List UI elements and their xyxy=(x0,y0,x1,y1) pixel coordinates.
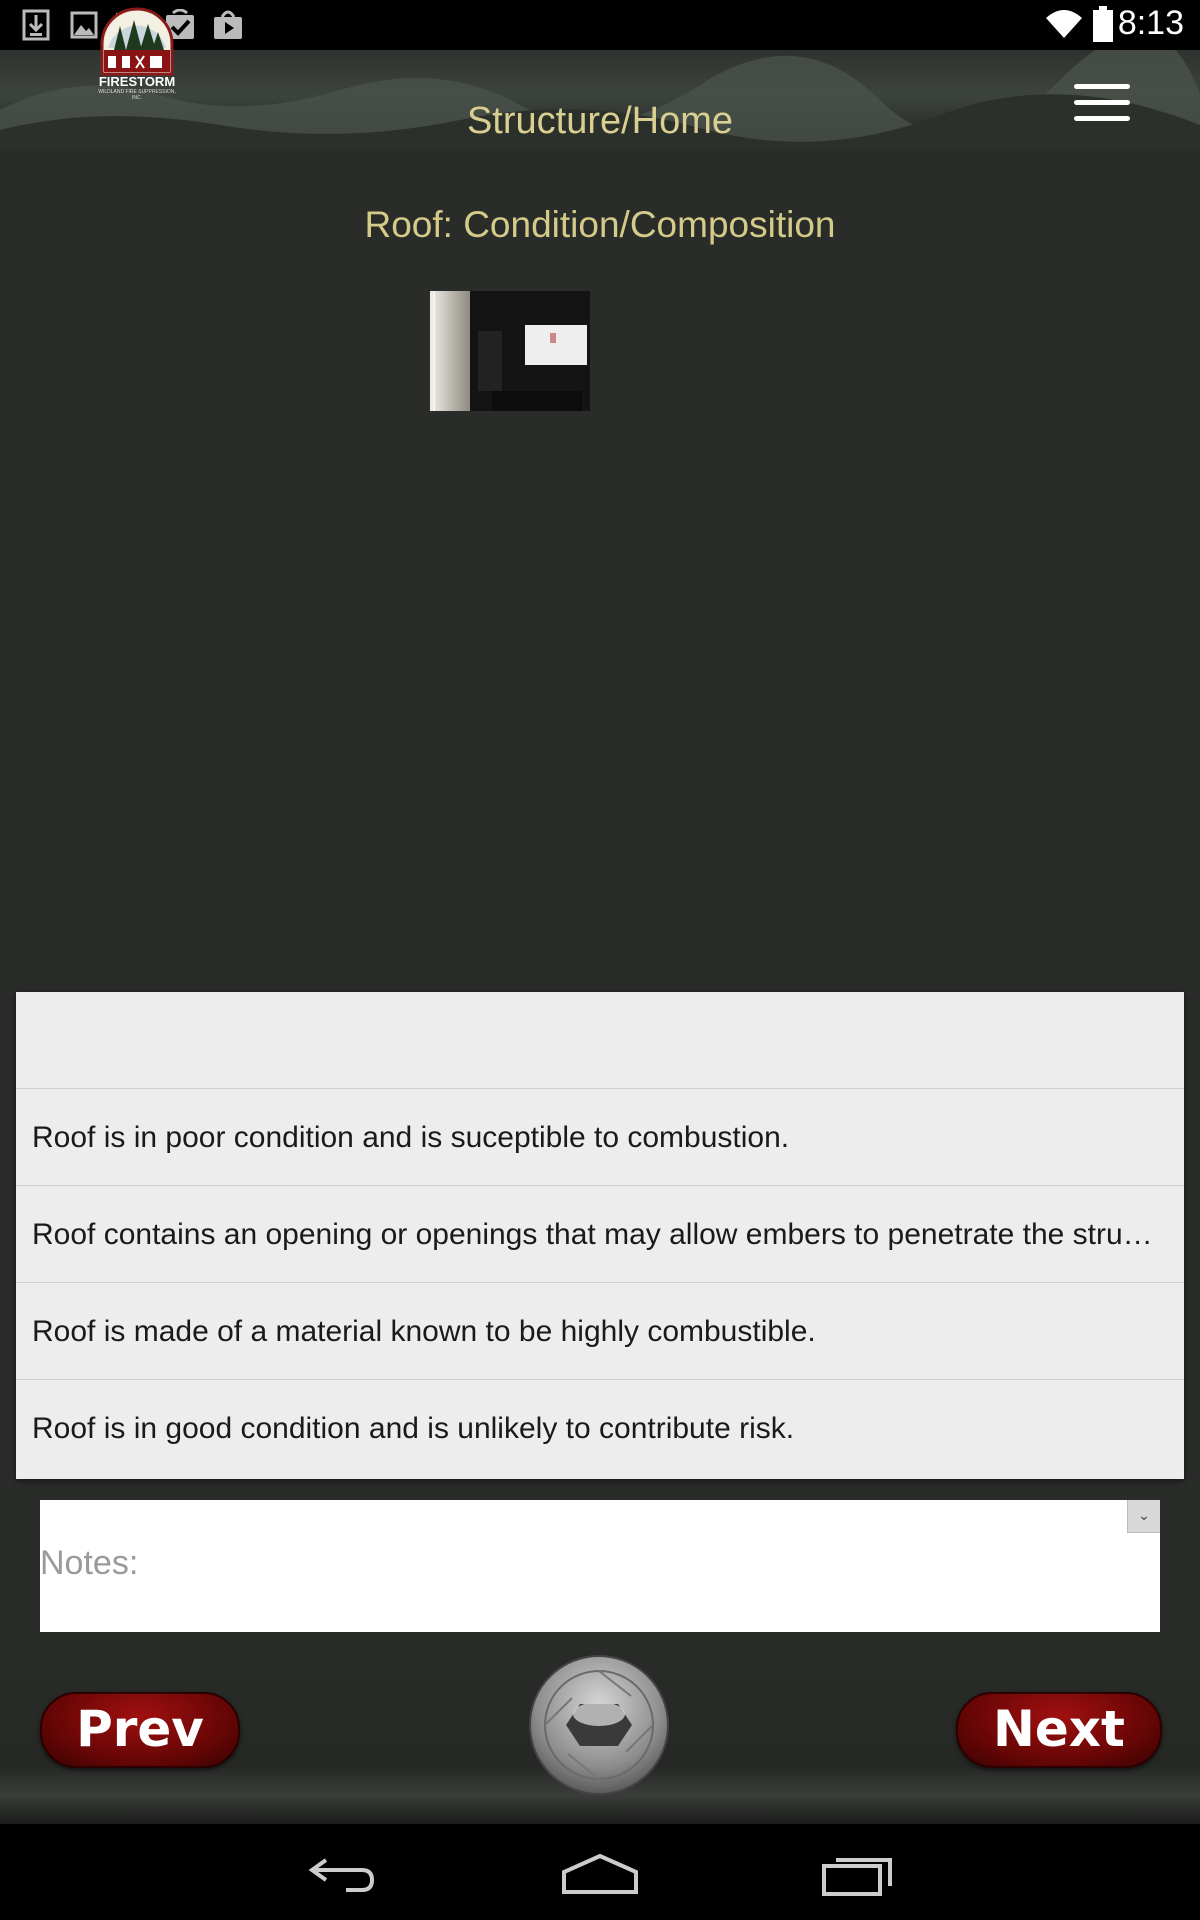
back-icon[interactable] xyxy=(306,1854,378,1894)
wifi-icon xyxy=(1046,10,1082,38)
download-icon xyxy=(22,9,50,41)
option-item-good-condition[interactable]: Roof is in good condition and is unlikel… xyxy=(16,1380,1184,1477)
option-item-poor-condition[interactable]: Roof is in poor condition and is sucepti… xyxy=(16,1089,1184,1186)
logo-text: FIRESTORM xyxy=(98,74,176,89)
battery-icon xyxy=(1093,6,1113,42)
play-store-icon xyxy=(214,10,242,39)
camera-shutter-icon[interactable] xyxy=(528,1654,670,1796)
option-item-openings[interactable]: Roof contains an opening or openings tha… xyxy=(16,1186,1184,1283)
next-button[interactable]: Next xyxy=(956,1692,1162,1768)
status-bar: 8:13 xyxy=(0,0,1200,50)
home-icon[interactable] xyxy=(560,1852,640,1896)
option-item-combustible-material[interactable]: Roof is made of a material known to be h… xyxy=(16,1283,1184,1380)
chevron-down-icon[interactable]: ⌄ xyxy=(1127,1500,1160,1533)
section-title: Roof: Condition/Composition xyxy=(364,204,836,245)
recents-icon[interactable] xyxy=(820,1852,896,1896)
notes-field[interactable]: Notes: ⌄ xyxy=(40,1500,1160,1632)
system-nav-bar xyxy=(0,1824,1200,1920)
option-item-empty[interactable] xyxy=(16,992,1184,1089)
photo-thumbnail[interactable] xyxy=(430,291,590,411)
status-time: 8:13 xyxy=(1117,4,1184,42)
options-list: Roof is in poor condition and is sucepti… xyxy=(16,992,1184,1479)
prev-button[interactable]: Prev xyxy=(40,1692,240,1768)
notes-placeholder: Notes: xyxy=(40,1544,139,1582)
hamburger-menu-icon[interactable] xyxy=(1074,84,1130,124)
page-title: Structure/Home xyxy=(466,100,734,142)
